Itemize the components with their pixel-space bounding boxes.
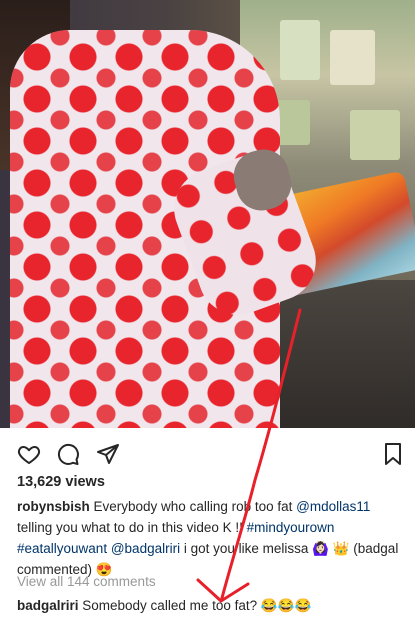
caption-text: Everybody who calling rob too fat — [89, 499, 297, 514]
heart-icon[interactable] — [17, 442, 41, 466]
comment-bubble-icon[interactable] — [56, 442, 80, 466]
mention-link[interactable]: @mdollas11 — [296, 499, 370, 514]
caption-text: i got you like melissa — [180, 541, 313, 556]
hashtag-link[interactable]: #mindyourown — [247, 520, 335, 535]
crown-emoji: 👑 — [332, 541, 350, 556]
hashtag-link[interactable]: #eatallyouwant — [17, 541, 107, 556]
top-comment: badgalriri Somebody called me too fat? 😂… — [17, 598, 311, 614]
post-video[interactable] — [0, 0, 415, 428]
caption-username[interactable]: robynsbish — [17, 499, 90, 514]
paper-plane-icon[interactable] — [96, 442, 120, 466]
comment-text: Somebody called me too fat? 😂😂😂 — [78, 598, 312, 613]
post-caption: robynsbish Everybody who calling rob too… — [17, 496, 402, 580]
bookmark-icon[interactable] — [381, 442, 405, 466]
view-count[interactable]: 13,629 views — [17, 474, 105, 490]
comment-username[interactable]: badgalriri — [17, 598, 79, 613]
mention-link[interactable]: @badgalriri — [111, 541, 180, 556]
post-action-bar — [0, 430, 415, 474]
view-all-comments-link[interactable]: View all 144 comments — [17, 574, 156, 589]
caption-text: telling you what to do in this video K !… — [17, 520, 247, 535]
emoji: 🙆🏻‍♀️ — [312, 541, 329, 556]
